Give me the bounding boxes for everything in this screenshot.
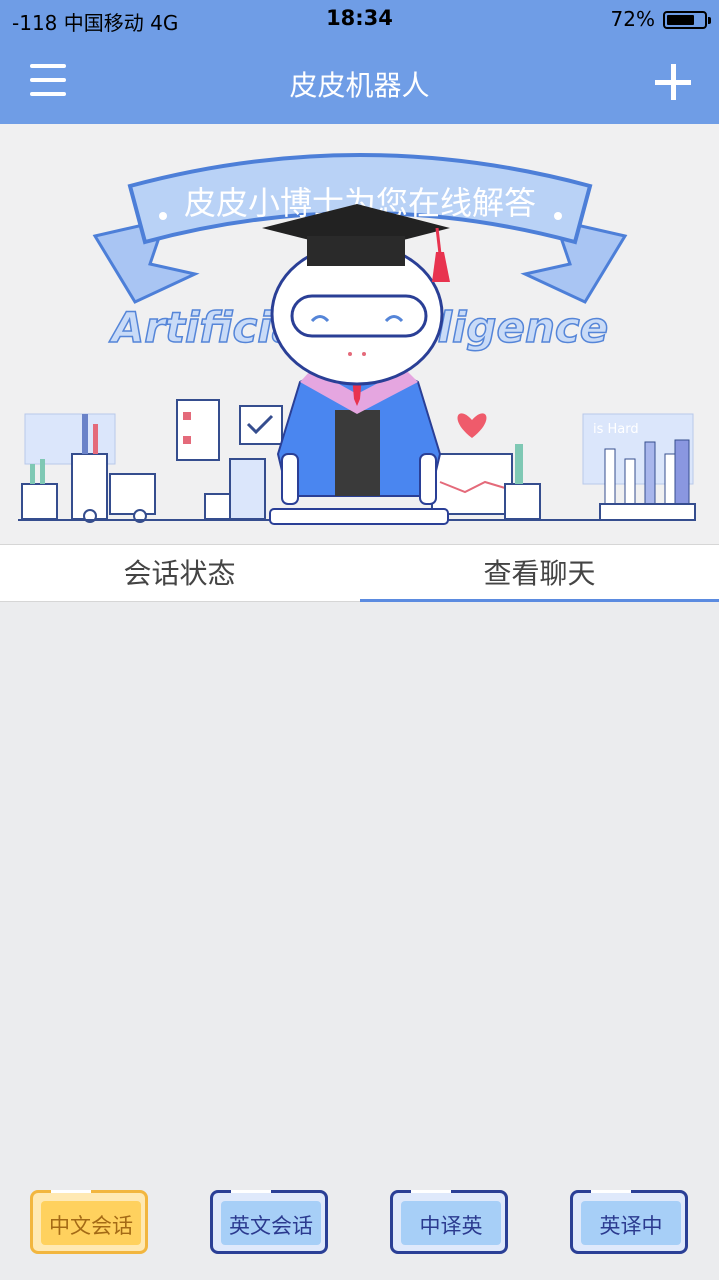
battery-icon (663, 11, 711, 29)
tab-session-status[interactable]: 会话状态 (0, 545, 359, 601)
chinese-chat-label: 中文会话 (41, 1201, 141, 1245)
battery-percent: 72% (610, 7, 655, 31)
banner-artwork: 皮皮小博士为您在线解答 Artificial Intelligence is H… (18, 153, 696, 525)
tab-bar: 会话状态 查看聊天 (0, 544, 719, 603)
plus-icon[interactable] (655, 64, 691, 100)
chinese-to-english-button[interactable]: 中译英 (390, 1190, 508, 1254)
english-chat-button[interactable]: 英文会话 (210, 1190, 328, 1254)
chinese-chat-button[interactable]: 中文会话 (30, 1190, 148, 1254)
page-title: 皮皮机器人 (289, 69, 430, 102)
english-to-chinese-label: 英译中 (581, 1201, 681, 1245)
status-bar: -118 中国移动 4G 18:34 72% (0, 0, 719, 40)
nav-bar: 皮皮机器人 (0, 40, 719, 124)
chinese-to-english-label: 中译英 (401, 1201, 501, 1245)
chat-content-area (0, 602, 719, 1172)
english-chat-label: 英文会话 (221, 1201, 321, 1245)
english-to-chinese-button[interactable]: 英译中 (570, 1190, 688, 1254)
tab-view-chat[interactable]: 查看聊天 (360, 545, 719, 601)
banner-illustration: 皮皮小博士为您在线解答 Artificial Intelligence is H… (0, 124, 719, 544)
side-text: is Hard (593, 422, 639, 437)
